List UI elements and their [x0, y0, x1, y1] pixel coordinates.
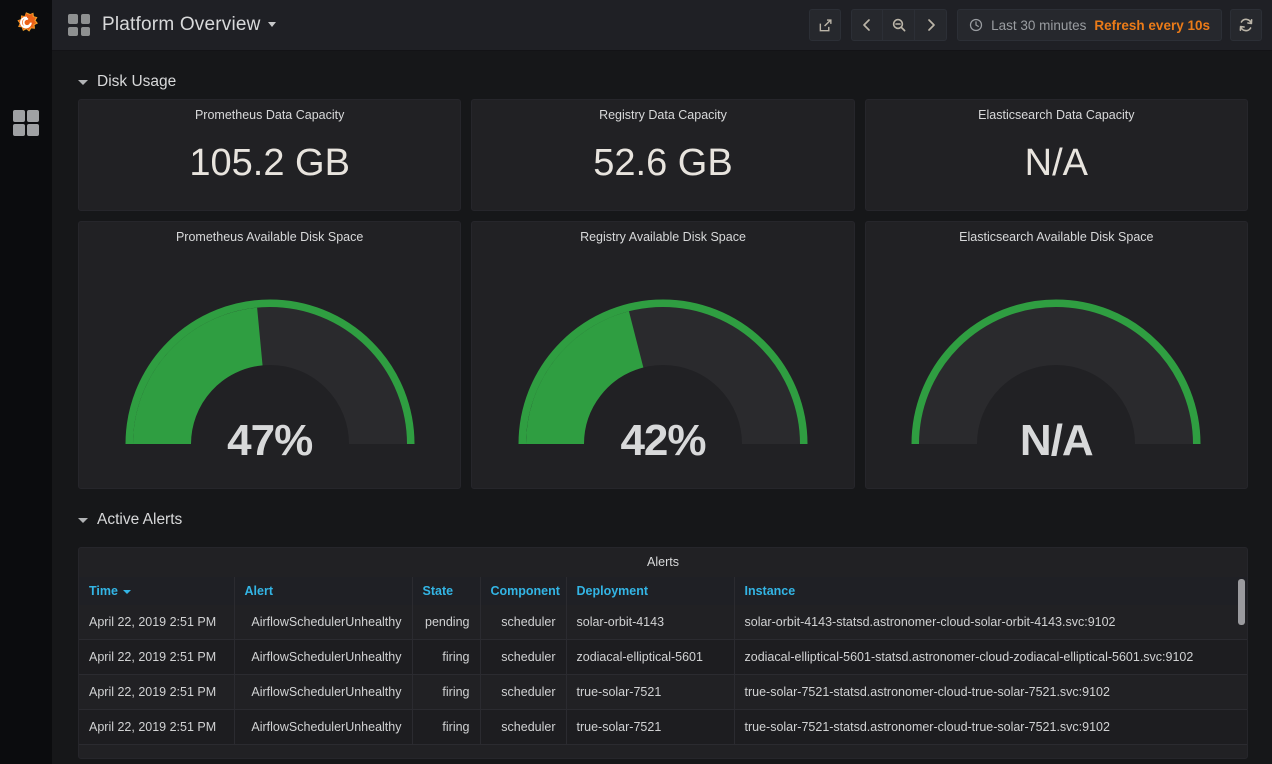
- table-header: TimeAlertStateComponentDeploymentInstanc…: [79, 577, 1247, 605]
- gauge: 47%: [79, 244, 460, 488]
- chevron-down-icon: [268, 22, 276, 27]
- chevron-right-icon: [924, 18, 938, 32]
- dashboard-body: Disk Usage Prometheus Data Capacity 105.…: [52, 51, 1272, 764]
- cell-alert: AirflowSchedulerUnhealthy: [234, 675, 412, 710]
- panel-elasticsearch-available-disk-space[interactable]: Elasticsearch Available Disk Space N/A: [865, 221, 1248, 489]
- cell-state: firing: [412, 675, 480, 710]
- clock-icon: [969, 18, 983, 32]
- panel-title: Alerts: [79, 548, 1247, 577]
- dashboard-grid-icon[interactable]: [68, 14, 90, 36]
- table-scroll-area: TimeAlertStateComponentDeploymentInstanc…: [79, 577, 1247, 758]
- panel-title: Prometheus Available Disk Space: [176, 230, 363, 244]
- cell-deployment: true-solar-7521: [566, 710, 734, 745]
- share-icon: [818, 18, 833, 33]
- panel-title: Elasticsearch Available Disk Space: [959, 230, 1153, 244]
- stat-value: 105.2 GB: [189, 122, 350, 210]
- time-shift-back-button[interactable]: [851, 9, 883, 41]
- panel-title: Elasticsearch Data Capacity: [978, 108, 1134, 122]
- zoom-out-time-range-button[interactable]: [883, 9, 915, 41]
- cell-alert: AirflowSchedulerUnhealthy: [234, 710, 412, 745]
- table-header-component[interactable]: Component: [480, 577, 566, 605]
- table-row[interactable]: April 22, 2019 2:51 PMAirflowSchedulerUn…: [79, 675, 1247, 710]
- time-range-picker[interactable]: Last 30 minutes Refresh every 10s: [957, 9, 1222, 41]
- table-row[interactable]: April 22, 2019 2:51 PMAirflowSchedulerUn…: [79, 640, 1247, 675]
- stat-value: 52.6 GB: [593, 122, 732, 210]
- page-title[interactable]: Platform Overview: [102, 14, 276, 36]
- chevron-down-icon: [78, 80, 88, 85]
- gauge: 42%: [472, 244, 853, 488]
- time-range-controls: [851, 9, 947, 41]
- dashboard-title-text: Platform Overview: [102, 14, 261, 35]
- cell-instance: true-solar-7521-statsd.astronomer-cloud-…: [734, 710, 1247, 745]
- cell-time: April 22, 2019 2:51 PM: [79, 605, 234, 640]
- table-vertical-scrollbar[interactable]: [1238, 579, 1245, 625]
- panel-prometheus-data-capacity[interactable]: Prometheus Data Capacity 105.2 GB: [78, 99, 461, 211]
- refresh-icon: [1238, 17, 1254, 33]
- gauge: N/A: [866, 244, 1247, 488]
- cell-instance: zodiacal-elliptical-5601-statsd.astronom…: [734, 640, 1247, 675]
- cell-deployment: solar-orbit-4143: [566, 605, 734, 640]
- panel-alerts-table: Alerts TimeAlertStateComponentDeployment…: [78, 547, 1248, 759]
- table-header-state[interactable]: State: [412, 577, 480, 605]
- table-body: April 22, 2019 2:51 PMAirflowSchedulerUn…: [79, 605, 1247, 745]
- table-header-row: TimeAlertStateComponentDeploymentInstanc…: [79, 577, 1247, 605]
- cell-time: April 22, 2019 2:51 PM: [79, 675, 234, 710]
- grafana-logo-icon[interactable]: [8, 8, 44, 44]
- cell-time: April 22, 2019 2:51 PM: [79, 710, 234, 745]
- table-header-time[interactable]: Time: [79, 577, 234, 605]
- dashboards-grid-icon: [13, 110, 25, 122]
- gauge-value: 42%: [472, 416, 853, 466]
- chevron-down-icon: [78, 518, 88, 523]
- cell-deployment: true-solar-7521: [566, 675, 734, 710]
- panel-title: Registry Data Capacity: [599, 108, 727, 122]
- refresh-button[interactable]: [1230, 9, 1262, 41]
- cell-state: pending: [412, 605, 480, 640]
- cell-deployment: zodiacal-elliptical-5601: [566, 640, 734, 675]
- panel-prometheus-available-disk-space[interactable]: Prometheus Available Disk Space 47%: [78, 221, 461, 489]
- sort-descending-icon: [123, 590, 131, 594]
- panel-title: Prometheus Data Capacity: [195, 108, 344, 122]
- refresh-interval-label: Refresh every 10s: [1094, 18, 1210, 33]
- top-navbar: Platform Overview: [52, 0, 1272, 51]
- magnifier-minus-icon: [891, 17, 907, 33]
- table-header-alert[interactable]: Alert: [234, 577, 412, 605]
- row-header-active-alerts[interactable]: Active Alerts: [78, 503, 1248, 537]
- time-range-label: Last 30 minutes: [991, 18, 1086, 33]
- panel-title: Registry Available Disk Space: [580, 230, 746, 244]
- cell-component: scheduler: [480, 605, 566, 640]
- cell-time: April 22, 2019 2:51 PM: [79, 640, 234, 675]
- sidebar: [0, 0, 52, 764]
- alerts-table: TimeAlertStateComponentDeploymentInstanc…: [79, 577, 1247, 745]
- cell-component: scheduler: [480, 675, 566, 710]
- cell-component: scheduler: [480, 710, 566, 745]
- row-title-text: Disk Usage: [97, 73, 176, 91]
- panel-registry-data-capacity[interactable]: Registry Data Capacity 52.6 GB: [471, 99, 854, 211]
- stat-value: N/A: [1025, 122, 1088, 210]
- cell-state: firing: [412, 640, 480, 675]
- table-row[interactable]: April 22, 2019 2:51 PMAirflowSchedulerUn…: [79, 710, 1247, 745]
- cell-alert: AirflowSchedulerUnhealthy: [234, 605, 412, 640]
- gauge-panel-row: Prometheus Available Disk Space 47% Regi…: [78, 221, 1248, 489]
- gauge-value: N/A: [866, 416, 1247, 466]
- row-title-text: Active Alerts: [97, 511, 182, 529]
- main-content: Platform Overview: [52, 0, 1272, 764]
- chevron-left-icon: [860, 18, 874, 32]
- time-shift-forward-button[interactable]: [915, 9, 947, 41]
- cell-instance: true-solar-7521-statsd.astronomer-cloud-…: [734, 675, 1247, 710]
- row-header-disk-usage[interactable]: Disk Usage: [78, 65, 1248, 99]
- cell-alert: AirflowSchedulerUnhealthy: [234, 640, 412, 675]
- share-dashboard-button[interactable]: [809, 9, 841, 41]
- panel-elasticsearch-data-capacity[interactable]: Elasticsearch Data Capacity N/A: [865, 99, 1248, 211]
- table-row[interactable]: April 22, 2019 2:51 PMAirflowSchedulerUn…: [79, 605, 1247, 640]
- table-header-instance[interactable]: Instance: [734, 577, 1247, 605]
- cell-state: firing: [412, 710, 480, 745]
- sidebar-item-dashboards[interactable]: [13, 110, 39, 136]
- gauge-value: 47%: [79, 416, 460, 466]
- stat-panel-row: Prometheus Data Capacity 105.2 GB Regist…: [78, 99, 1248, 211]
- panel-registry-available-disk-space[interactable]: Registry Available Disk Space 42%: [471, 221, 854, 489]
- cell-component: scheduler: [480, 640, 566, 675]
- table-header-deployment[interactable]: Deployment: [566, 577, 734, 605]
- cell-instance: solar-orbit-4143-statsd.astronomer-cloud…: [734, 605, 1247, 640]
